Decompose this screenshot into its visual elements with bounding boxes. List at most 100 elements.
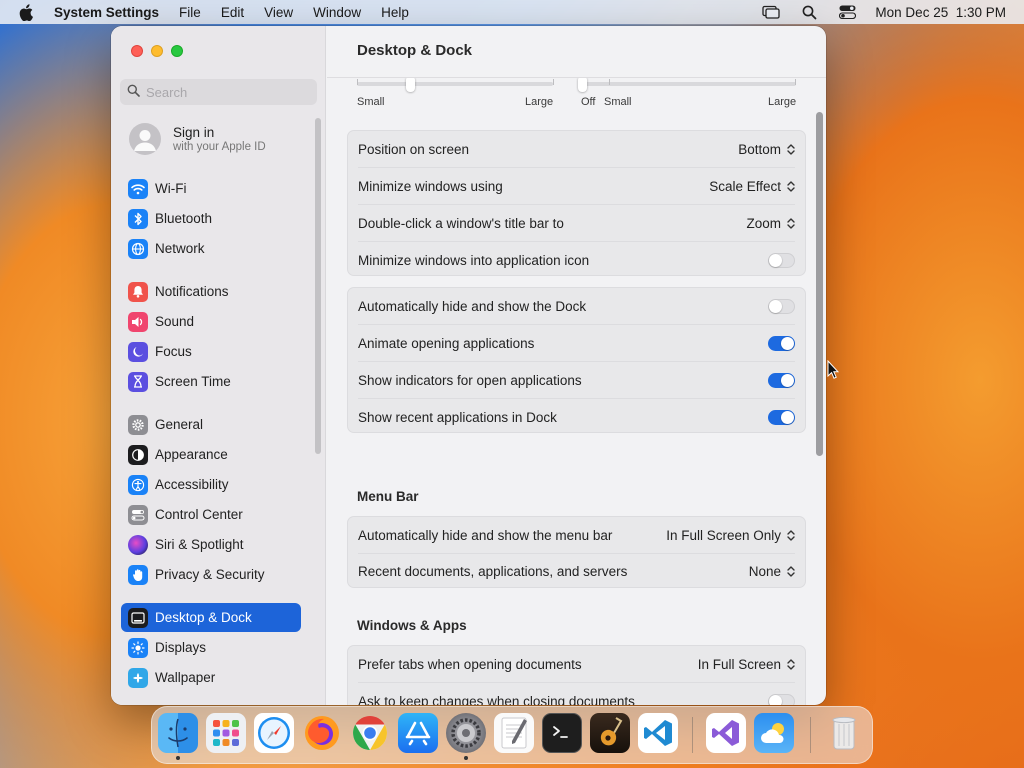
sidebar-item-siri-spotlight[interactable]: Siri & Spotlight: [121, 530, 301, 559]
position-popup[interactable]: Bottom: [738, 142, 795, 157]
menu-help[interactable]: Help: [381, 5, 409, 20]
sidebar-item-label: Screen Time: [155, 374, 231, 389]
minimize-effect-popup[interactable]: Scale Effect: [709, 179, 795, 194]
magnification-slider[interactable]: [582, 82, 796, 86]
double-click-popup[interactable]: Zoom: [746, 216, 795, 231]
slider-tick: [795, 79, 796, 85]
screen-mirroring-icon[interactable]: [761, 4, 781, 20]
menubar-clock[interactable]: Mon Dec 25 1:30 PM: [875, 5, 1006, 20]
sidebar-search: [120, 79, 317, 105]
bluetooth-icon: [128, 208, 148, 229]
launchpad-icon[interactable]: [206, 713, 246, 753]
sidebar-item-label: Wallpaper: [155, 670, 216, 685]
settings-content: Small Large Off Small Large Position on …: [347, 78, 807, 705]
sidebar-item-general[interactable]: General: [121, 410, 301, 439]
sidebar-item-bluetooth[interactable]: Bluetooth: [121, 204, 301, 233]
apple-menu-icon[interactable]: [16, 2, 36, 22]
sidebar-item-wallpaper[interactable]: Wallpaper: [121, 663, 301, 692]
sidebar-item-notifications[interactable]: Notifications: [121, 277, 301, 306]
trash-icon[interactable]: [824, 713, 864, 753]
safari-icon[interactable]: [254, 713, 294, 753]
menu-edit[interactable]: Edit: [221, 5, 244, 20]
sidebar-item-screen-time[interactable]: Screen Time: [121, 367, 301, 396]
menu-bar-heading: Menu Bar: [357, 489, 419, 504]
minimize-into-icon-toggle[interactable]: [768, 253, 795, 268]
row-label: Minimize windows using: [358, 179, 503, 194]
running-indicator: [464, 756, 468, 760]
chevron-updown-icon: [787, 565, 795, 579]
search-input[interactable]: [146, 84, 306, 100]
sidebar-item-label: Sound: [155, 314, 195, 329]
globe-icon: [128, 238, 148, 259]
bell-icon: [128, 281, 148, 302]
slider-tick: [357, 79, 358, 85]
auto-hide-menubar-popup[interactable]: In Full Screen Only: [666, 528, 795, 543]
main-scrollbar[interactable]: [816, 112, 823, 456]
prefer-tabs-popup[interactable]: In Full Screen: [698, 657, 795, 672]
chevron-updown-icon: [787, 658, 795, 672]
spotlight-search-icon[interactable]: [799, 4, 819, 20]
chrome-icon[interactable]: [350, 713, 390, 753]
sidebar-item-desktop-dock[interactable]: Desktop & Dock: [121, 603, 301, 632]
dock-icon: [128, 607, 148, 628]
menu-app-name[interactable]: System Settings: [54, 5, 159, 20]
sidebar-item-appearance[interactable]: Appearance: [121, 440, 301, 469]
dock-settings-group: Position on screen Bottom Minimize windo…: [347, 130, 806, 276]
animate-opening-toggle[interactable]: [768, 336, 795, 351]
menu-bar: System Settings File Edit View Window He…: [0, 0, 1024, 24]
terminal-icon[interactable]: [542, 713, 582, 753]
system-settings-icon[interactable]: [446, 713, 486, 760]
weather-icon[interactable]: [754, 713, 794, 753]
dock-size-slider[interactable]: [357, 82, 553, 86]
show-recent-apps-toggle[interactable]: [768, 410, 795, 425]
sidebar-scrollbar[interactable]: [315, 118, 321, 454]
dock-size-slider-knob[interactable]: [405, 78, 415, 92]
dock-divider: [810, 717, 811, 753]
sidebar-item-displays[interactable]: Displays: [121, 633, 301, 662]
recent-items-popup[interactable]: None: [749, 564, 795, 579]
popup-value: Bottom: [738, 142, 781, 157]
finder-icon[interactable]: [158, 713, 198, 760]
auto-hide-dock-toggle[interactable]: [768, 299, 795, 314]
control-center-icon: [128, 504, 148, 525]
menu-file[interactable]: File: [179, 5, 201, 20]
magnification-min-label: Small: [604, 96, 632, 108]
size-max-label: Large: [525, 96, 554, 108]
sidebar-item-label: Network: [155, 241, 205, 256]
accessibility-icon: [128, 474, 148, 495]
garageband-icon[interactable]: [590, 713, 630, 753]
magnification-slider-knob[interactable]: [578, 78, 587, 92]
close-window-button[interactable]: [131, 45, 143, 57]
zoom-window-button[interactable]: [171, 45, 183, 57]
mouse-pointer-icon: [827, 359, 840, 380]
vscode-icon[interactable]: [638, 713, 678, 753]
sidebar-item-focus[interactable]: Focus: [121, 337, 301, 366]
visual-studio-icon[interactable]: [706, 713, 746, 753]
sidebar-item-sound[interactable]: Sound: [121, 307, 301, 336]
main-pane: Desktop & Dock Small Large Off Small Lar…: [327, 26, 826, 705]
system-settings-window: Sign in with your Apple ID Wi-Fi Bluetoo…: [111, 26, 826, 705]
sidebar-item-privacy-security[interactable]: Privacy & Security: [121, 560, 301, 589]
ask-keep-changes-row: Ask to keep changes when closing documen…: [348, 683, 805, 705]
app-store-icon[interactable]: [398, 713, 438, 753]
dock-divider: [692, 717, 693, 753]
sidebar-item-accessibility[interactable]: Accessibility: [121, 470, 301, 499]
menu-window[interactable]: Window: [313, 5, 361, 20]
sidebar-item-label: Privacy & Security: [155, 567, 265, 582]
row-label: Position on screen: [358, 142, 470, 157]
apple-id-signin[interactable]: Sign in with your Apple ID: [129, 123, 266, 155]
sidebar-item-network[interactable]: Network: [121, 234, 301, 263]
sidebar-item-control-center[interactable]: Control Center: [121, 500, 301, 529]
windows-apps-heading: Windows & Apps: [357, 618, 467, 633]
firefox-icon[interactable]: [302, 713, 342, 753]
wallpaper-icon: [128, 667, 148, 688]
menu-view[interactable]: View: [264, 5, 293, 20]
minimize-window-button[interactable]: [151, 45, 163, 57]
show-indicators-toggle[interactable]: [768, 373, 795, 388]
sidebar-item-wifi[interactable]: Wi-Fi: [121, 174, 301, 203]
textedit-icon[interactable]: [494, 713, 534, 753]
ask-keep-changes-toggle[interactable]: [768, 694, 795, 705]
control-center-toggle-icon[interactable]: [837, 4, 857, 20]
sidebar-item-label: Appearance: [155, 447, 228, 462]
show-recent-apps-row: Show recent applications in Dock: [348, 399, 805, 436]
